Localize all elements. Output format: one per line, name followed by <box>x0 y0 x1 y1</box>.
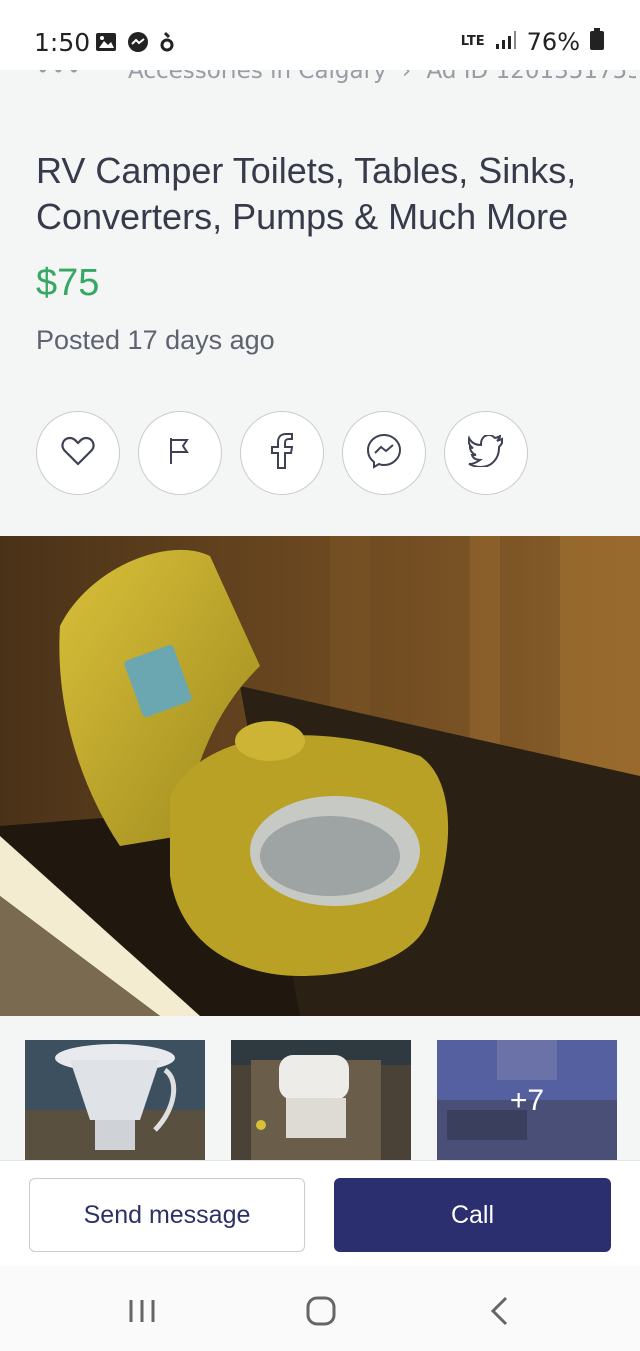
signal-icon <box>495 28 517 56</box>
share-messenger-button[interactable] <box>342 411 426 495</box>
call-button[interactable]: Call <box>334 1178 611 1252</box>
thumbnail-2[interactable] <box>231 1040 411 1161</box>
heart-icon <box>61 436 95 470</box>
battery-percentage: 76% <box>526 28 580 56</box>
send-message-button[interactable]: Send message <box>29 1178 305 1252</box>
facebook-icon <box>270 433 294 473</box>
status-time: 1:50 <box>34 28 91 57</box>
posted-date: Posted 17 days ago <box>36 325 275 355</box>
twitter-icon <box>467 433 504 471</box>
photo-thumbnails: +7 <box>25 1040 617 1161</box>
contact-bar: Send message Call <box>0 1160 640 1266</box>
recents-icon[interactable] <box>127 1298 157 1328</box>
gallery-notification-icon <box>95 31 117 57</box>
share-twitter-button[interactable] <box>444 411 528 495</box>
listing-title: RV Camper Toilets, Tables, Sinks, Conver… <box>36 150 577 237</box>
main-photo[interactable] <box>0 536 640 1016</box>
more-photos-count[interactable]: +7 <box>437 1040 617 1161</box>
share-actions <box>36 411 528 495</box>
lte-indicator: LTE <box>460 34 485 49</box>
thumbnail-1[interactable] <box>25 1040 205 1161</box>
thumbnail-3[interactable]: +7 <box>437 1040 617 1161</box>
system-nav-bar <box>0 1266 640 1351</box>
back-icon[interactable] <box>488 1296 510 1330</box>
listing-price: $75 <box>36 262 100 304</box>
messenger-notification-icon <box>127 31 149 57</box>
battery-icon <box>590 28 604 56</box>
share-facebook-button[interactable] <box>240 411 324 495</box>
notification-icon <box>159 31 175 57</box>
flag-icon <box>167 436 193 470</box>
home-icon[interactable] <box>306 1296 336 1330</box>
status-bar: 1:50 LTE 76% <box>0 0 640 70</box>
favorite-button[interactable] <box>36 411 120 495</box>
report-button[interactable] <box>138 411 222 495</box>
messenger-icon <box>366 433 402 473</box>
